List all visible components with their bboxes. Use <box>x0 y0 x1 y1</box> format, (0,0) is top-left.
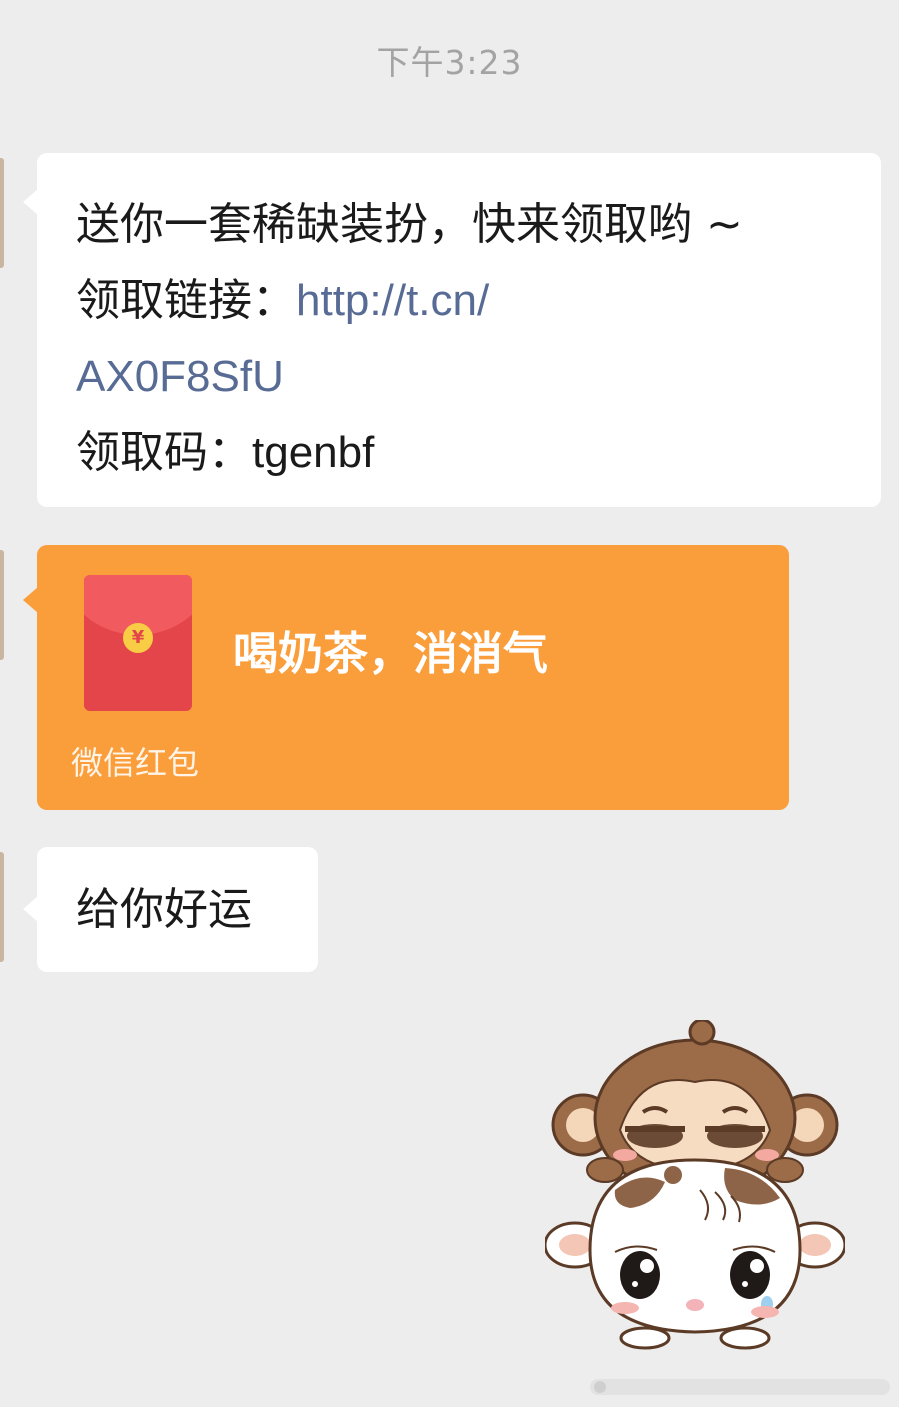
sender-avatar[interactable] <box>0 550 4 660</box>
luck-message-bubble[interactable]: 给你好运 <box>23 847 318 972</box>
message-line-code: 领取码：tgenbf <box>76 415 851 491</box>
red-packet-footer: 微信红包 <box>71 744 200 782</box>
link-message-bubble[interactable]: 送你一套稀缺装扮，快来领取哟 ~ 领取链接：http://t.cn/ AX0F8… <box>23 153 881 507</box>
red-packet-title: 喝奶茶，消消气 <box>233 627 549 680</box>
claim-code: tgenbf <box>252 428 375 477</box>
message-line-intro: 送你一套稀缺装扮，快来领取哟 ~ <box>76 199 743 250</box>
sender-avatar[interactable] <box>0 158 4 268</box>
luck-message-text: 给你好运 <box>76 884 252 935</box>
red-packet-card[interactable]: ¥ 喝奶茶，消消气 微信红包 <box>23 545 789 810</box>
red-envelope-icon: ¥ <box>84 575 192 711</box>
code-label: 领取码： <box>76 427 252 478</box>
coin-icon: ¥ <box>123 623 153 653</box>
read-status-indicator <box>590 1379 890 1395</box>
message-line-link: 领取链接：http://t.cn/ <box>76 263 851 339</box>
message-line-link-cont: AX0F8SfU <box>76 339 851 415</box>
message-link-continued[interactable]: AX0F8SfU <box>76 352 284 401</box>
message-link[interactable]: http://t.cn/ <box>296 276 489 325</box>
sender-avatar[interactable] <box>0 852 4 962</box>
message-timestamp: 下午3:23 <box>376 43 523 82</box>
link-label: 领取链接： <box>76 275 296 326</box>
monkey-on-cow-sticker[interactable] <box>545 1020 845 1350</box>
